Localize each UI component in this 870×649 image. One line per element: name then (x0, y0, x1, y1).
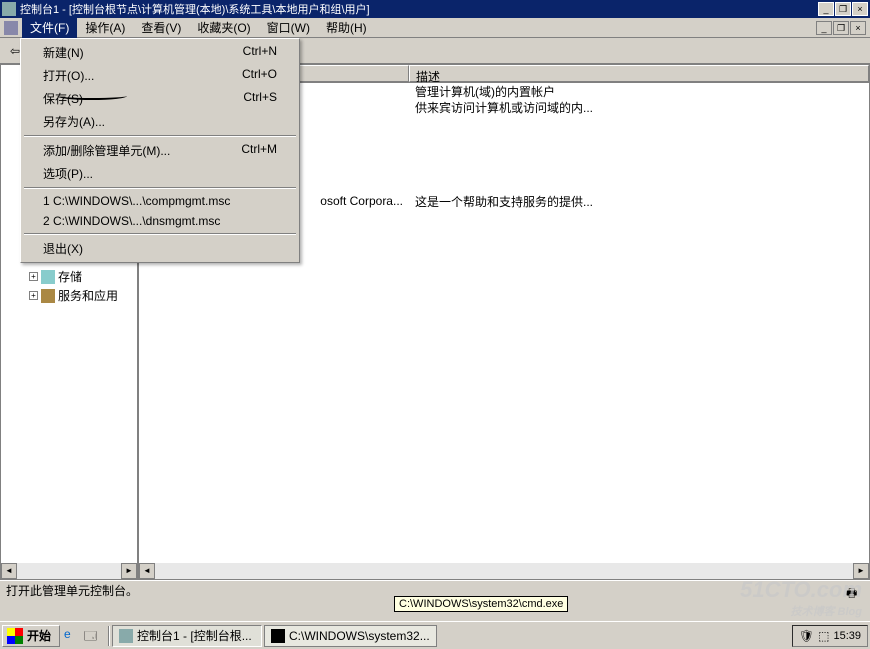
ie-icon[interactable]: e (64, 627, 82, 645)
menu-new[interactable]: 新建(N) Ctrl+N (23, 41, 297, 64)
menu-window[interactable]: 窗口(W) (259, 17, 318, 38)
annotation-underline (57, 92, 127, 100)
printer-icon[interactable]: 🖶 (846, 584, 864, 598)
scroll-right-icon[interactable]: ► (853, 563, 869, 579)
clock[interactable]: 15:39 (833, 630, 861, 642)
list-col-desc[interactable]: 描述 (409, 65, 869, 82)
taskbar-task-console[interactable]: 控制台1 - [控制台根... (112, 625, 262, 647)
list-cell-desc: 供来宾访问计算机或访问域的内... (409, 99, 599, 116)
menu-separator (24, 187, 296, 189)
titlebar: 控制台1 - [控制台根节点\计算机管理(本地)\系统工具\本地用户和组\用户]… (0, 0, 870, 18)
menu-exit[interactable]: 退出(X) (23, 237, 297, 260)
minimize-button[interactable]: _ (818, 2, 834, 16)
gear-icon (41, 289, 55, 303)
tree-node-label: 存储 (58, 268, 82, 285)
taskbar-separator (108, 626, 110, 646)
start-button[interactable]: 开始 (2, 625, 60, 647)
mmc-icon (119, 629, 133, 643)
taskbar-task-cmd[interactable]: C:\WINDOWS\system32... (264, 625, 437, 647)
tree-scrollbar[interactable]: ◄ ► (1, 563, 137, 579)
network-icon[interactable]: ⬚ (818, 629, 829, 643)
menu-recent-1[interactable]: 1 C:\WINDOWS\...\compmgmt.msc (23, 191, 297, 211)
list-cell-desc: 管理计算机(域)的内置帐户 (409, 83, 561, 100)
menu-options[interactable]: 选项(P)... (23, 162, 297, 185)
scroll-left-icon[interactable]: ◄ (1, 563, 17, 579)
list-cell-desc: 这是一个帮助和支持服务的提供... (409, 193, 599, 210)
menu-saveas[interactable]: 另存为(A)... (23, 110, 297, 133)
menu-recent-2[interactable]: 2 C:\WINDOWS\...\dnsmgmt.msc (23, 211, 297, 231)
scroll-track[interactable] (155, 563, 853, 579)
menu-separator (24, 135, 296, 137)
window-controls: _ ❐ × (818, 2, 868, 16)
menu-view[interactable]: 查看(V) (133, 17, 189, 38)
menu-help[interactable]: 帮助(H) (318, 17, 375, 38)
mdi-controls: _ ❐ × (816, 21, 866, 35)
windows-flag-icon (7, 628, 23, 644)
taskbar: 开始 e 🗔 控制台1 - [控制台根... C:\WINDOWS\system… (0, 621, 870, 649)
app-icon (2, 2, 16, 16)
menu-add-snapin[interactable]: 添加/删除管理单元(M)... Ctrl+M (23, 139, 297, 162)
window-title: 控制台1 - [控制台根节点\计算机管理(本地)\系统工具\本地用户和组\用户] (20, 1, 818, 17)
scroll-left-icon[interactable]: ◄ (139, 563, 155, 579)
quick-launch: e 🗔 (60, 627, 106, 645)
mdi-restore-button[interactable]: ❐ (833, 21, 849, 35)
restore-button[interactable]: ❐ (835, 2, 851, 16)
status-text: 打开此管理单元控制台。 (6, 582, 138, 599)
tree-node-label: 服务和应用 (58, 287, 118, 304)
menu-file[interactable]: 文件(F) (22, 17, 77, 38)
menu-open[interactable]: 打开(O)... Ctrl+O (23, 64, 297, 87)
folder-icon (41, 270, 55, 284)
menu-separator (24, 233, 296, 235)
system-icon[interactable] (4, 21, 18, 35)
expand-icon[interactable]: + (29, 291, 38, 300)
scroll-track[interactable] (17, 563, 121, 579)
list-scrollbar[interactable]: ◄ ► (139, 563, 869, 579)
menubar: 文件(F) 操作(A) 查看(V) 收藏夹(O) 窗口(W) 帮助(H) _ ❐… (0, 18, 870, 38)
security-icon[interactable]: 🛡 (799, 629, 814, 643)
expand-icon[interactable]: + (29, 272, 38, 281)
scroll-right-icon[interactable]: ► (121, 563, 137, 579)
file-menu-dropdown: 新建(N) Ctrl+N 打开(O)... Ctrl+O 保存(S) Ctrl+… (20, 38, 300, 263)
systray: 🛡 ⬚ 15:39 (792, 625, 868, 647)
tooltip: C:\WINDOWS\system32\cmd.exe (394, 596, 568, 612)
mdi-close-button[interactable]: × (850, 21, 866, 35)
tree-node-services[interactable]: + 服务和应用 (3, 286, 135, 305)
tree-node-storage[interactable]: + 存储 (3, 267, 135, 286)
desktop-icon[interactable]: 🗔 (84, 627, 102, 645)
mdi-minimize-button[interactable]: _ (816, 21, 832, 35)
menu-action[interactable]: 操作(A) (77, 17, 133, 38)
menu-favorites[interactable]: 收藏夹(O) (189, 17, 258, 38)
close-button[interactable]: × (852, 2, 868, 16)
cmd-icon (271, 629, 285, 643)
